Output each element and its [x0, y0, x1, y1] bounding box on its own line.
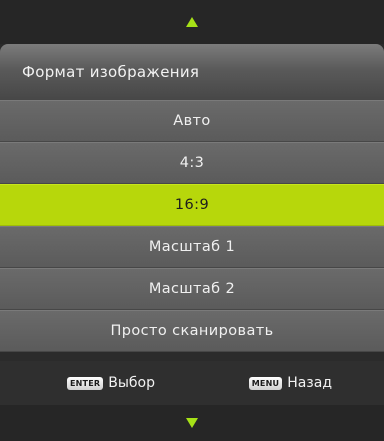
menu-hint: MENU Назад — [248, 375, 332, 391]
enter-hint: ENTER Выбор — [67, 375, 155, 391]
arrow-up-icon[interactable] — [186, 17, 198, 27]
option-label: Масштаб 1 — [148, 239, 236, 255]
option-label: Авто — [173, 113, 211, 129]
option-zoom-1[interactable]: Масштаб 1 — [0, 226, 384, 268]
option-auto[interactable]: Авто — [0, 100, 384, 142]
option-label: Масштаб 2 — [148, 281, 236, 297]
scroll-up-area[interactable] — [0, 0, 384, 44]
arrow-down-icon[interactable] — [186, 418, 198, 428]
key-hints-footer: ENTER Выбор MENU Назад — [0, 361, 384, 405]
picture-format-menu: Формат изображения Авто 4:3 16:9 Масштаб… — [0, 0, 384, 441]
menu-title-bar: Формат изображения — [0, 44, 384, 101]
option-label: 16:9 — [174, 197, 210, 213]
options-list: Авто 4:3 16:9 Масштаб 1 Масштаб 2 Просто… — [0, 100, 384, 352]
enter-key-icon: ENTER — [67, 376, 104, 390]
option-just-scan[interactable]: Просто сканировать — [0, 310, 384, 352]
option-label: Просто сканировать — [110, 323, 274, 339]
option-4-3[interactable]: 4:3 — [0, 142, 384, 184]
option-zoom-2[interactable]: Масштаб 2 — [0, 268, 384, 310]
option-label: 4:3 — [179, 155, 205, 171]
scroll-down-area[interactable] — [0, 405, 384, 441]
menu-panel: Формат изображения Авто 4:3 16:9 Масштаб… — [0, 44, 384, 405]
menu-title: Формат изображения — [22, 63, 200, 81]
enter-hint-label: Выбор — [108, 375, 155, 391]
menu-hint-label: Назад — [287, 375, 332, 391]
option-16-9[interactable]: 16:9 — [0, 184, 384, 226]
menu-key-icon: MENU — [248, 376, 283, 390]
